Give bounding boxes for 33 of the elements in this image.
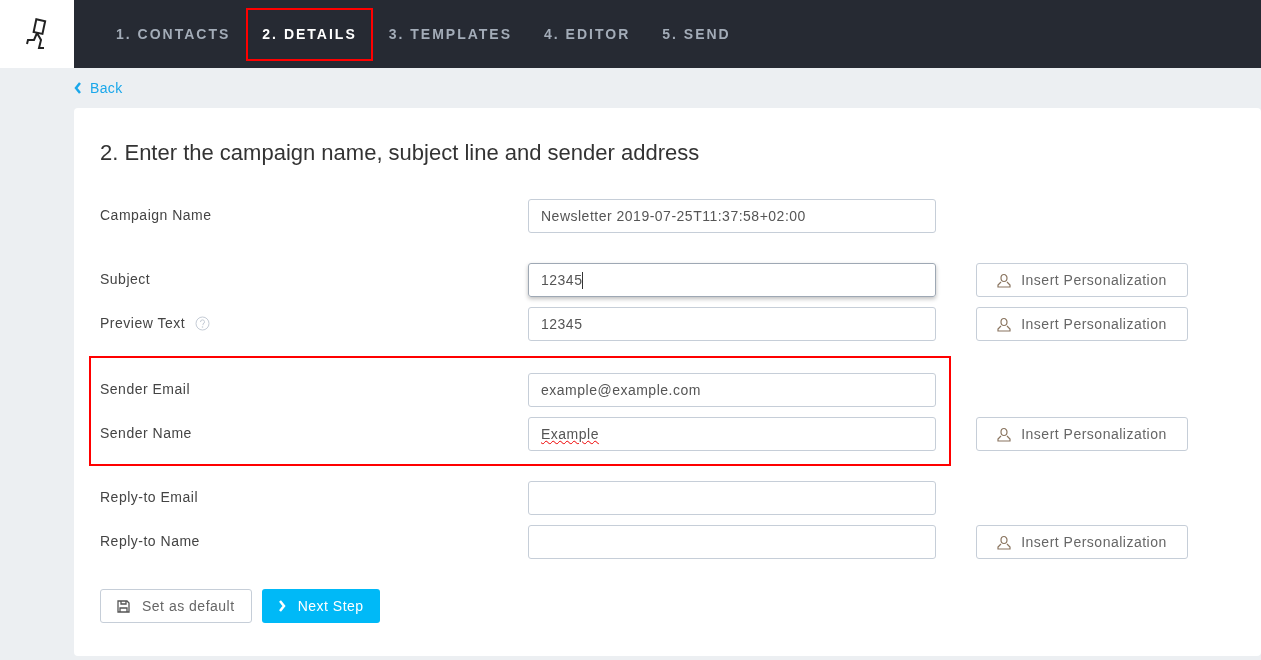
field-label: Reply-to Name bbox=[100, 532, 200, 551]
field-label: Subject bbox=[100, 270, 151, 289]
field-label: Sender Name bbox=[100, 424, 192, 443]
insert-personalization-button[interactable]: Insert Personalization bbox=[976, 263, 1188, 297]
insert-personalization-button[interactable]: Insert Personalization bbox=[976, 525, 1188, 559]
user-icon bbox=[997, 316, 1012, 332]
user-icon bbox=[997, 426, 1012, 442]
chevron-left-icon bbox=[74, 82, 82, 94]
form-title: 2. Enter the campaign name, subject line and sender address bbox=[100, 139, 701, 167]
step-tab[interactable]: 3. TEMPLATES bbox=[372, 7, 529, 61]
input-field[interactable]: Newsletter 2019-07-25T11:37:58+02:00 bbox=[528, 199, 936, 233]
insert-personalization-button[interactable]: Insert Personalization bbox=[976, 417, 1188, 451]
field-label: Campaign Name bbox=[100, 206, 212, 225]
insert-personalization-button[interactable]: Insert Personalization bbox=[976, 307, 1188, 341]
input-field[interactable]: 12345 bbox=[528, 307, 936, 341]
chevron-right-icon bbox=[277, 600, 286, 612]
field-label: Preview Text bbox=[100, 314, 186, 333]
back-label: Back bbox=[90, 78, 123, 98]
input-field[interactable] bbox=[528, 481, 936, 515]
set-as-default-button[interactable]: Set as default bbox=[100, 589, 252, 623]
field-label: Reply-to Email bbox=[100, 488, 199, 507]
input-field[interactable] bbox=[528, 525, 936, 559]
step-tab[interactable]: 1. CONTACTS bbox=[100, 7, 247, 61]
input-field[interactable]: Example bbox=[528, 417, 936, 451]
step-tab[interactable]: 4. EDITOR bbox=[528, 7, 647, 61]
field-label: Sender Email bbox=[100, 380, 191, 399]
input-field[interactable]: 12345 bbox=[528, 263, 936, 297]
step-tab[interactable]: 5. SEND bbox=[646, 7, 747, 61]
input-field[interactable]: example@example.com bbox=[528, 373, 936, 407]
help-icon[interactable] bbox=[195, 316, 211, 331]
step-tab[interactable]: 2. DETAILS bbox=[246, 7, 373, 61]
user-icon bbox=[997, 534, 1012, 550]
user-icon bbox=[997, 272, 1012, 288]
